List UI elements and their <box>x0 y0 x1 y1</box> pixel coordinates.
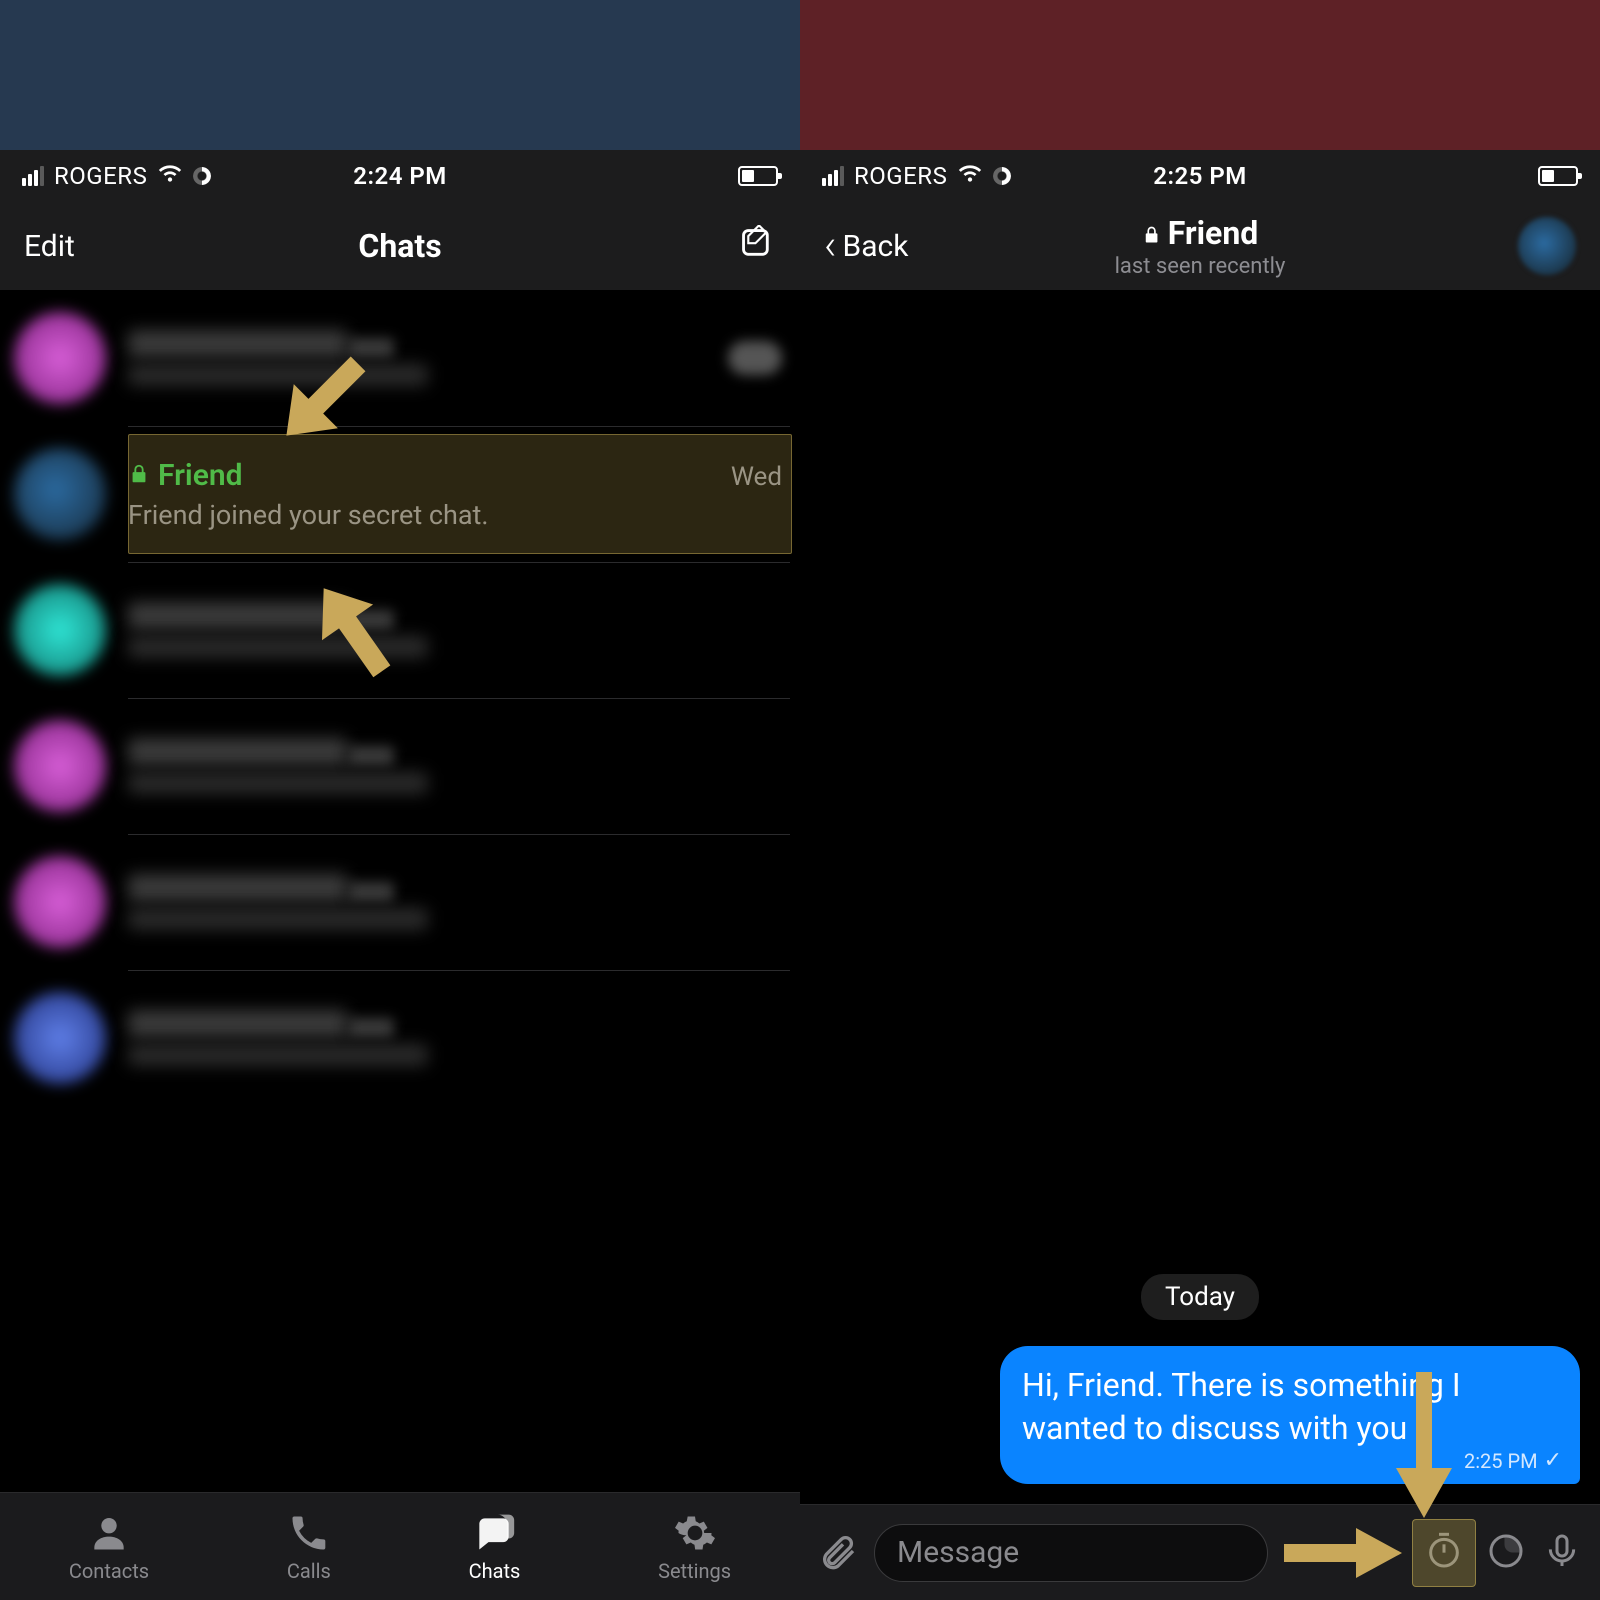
battery-icon <box>738 166 778 186</box>
lock-icon <box>128 458 150 493</box>
banner-right <box>800 0 1600 150</box>
sent-check-icon: ✓ <box>1544 1446 1562 1476</box>
tab-label: Settings <box>658 1559 731 1583</box>
top-banner <box>0 0 1600 150</box>
chat-row-blurred[interactable] <box>0 970 800 1106</box>
annotation-highlight <box>1412 1519 1476 1587</box>
status-time: 2:25 PM <box>1153 162 1247 190</box>
status-time: 2:24 PM <box>353 162 447 190</box>
screen-conversation: ROGERS 2:25 PM ‹ Back <box>800 150 1600 1600</box>
message-meta: 2:25 PM ✓ <box>1464 1446 1562 1476</box>
status-bar: ROGERS 2:25 PM <box>800 150 1600 202</box>
navbar-chat: ‹ Back Friend last seen recently <box>800 202 1600 290</box>
page-title: Chats <box>358 227 441 265</box>
signal-bars-icon <box>822 166 844 186</box>
secret-chat-row[interactable]: Friend Wed Friend joined your secret cha… <box>0 426 800 562</box>
loading-spinner-icon <box>193 167 211 185</box>
avatar-icon <box>14 856 106 948</box>
chat-header[interactable]: Friend last seen recently <box>1115 214 1286 279</box>
wifi-icon <box>957 160 983 192</box>
status-carrier: ROGERS <box>822 160 1011 192</box>
navbar-chats: Edit Chats <box>0 202 800 290</box>
chat-date: Wed <box>731 462 782 492</box>
wifi-icon <box>157 160 183 192</box>
edit-label: Edit <box>24 229 75 264</box>
avatar-icon <box>14 448 106 540</box>
avatar-icon <box>14 584 106 676</box>
annotation-arrow-right-icon <box>1284 1524 1402 1582</box>
message-input[interactable]: Message <box>874 1524 1268 1582</box>
status-bar: ROGERS 2:24 PM <box>0 150 800 202</box>
chat-row-blurred[interactable] <box>0 834 800 970</box>
attach-button[interactable] <box>818 1531 858 1575</box>
tab-bar: Contacts Calls Chats Settings <box>0 1492 800 1600</box>
sticker-icon <box>1486 1531 1526 1571</box>
chat-avatar[interactable] <box>1518 217 1576 275</box>
message-placeholder: Message <box>897 1535 1019 1570</box>
banner-left <box>0 0 800 150</box>
date-separator: Today <box>1141 1274 1259 1320</box>
chat-row-blurred[interactable] <box>0 698 800 834</box>
compose-button[interactable] <box>738 225 776 267</box>
status-carrier: ROGERS <box>22 160 211 192</box>
avatar-icon <box>14 312 106 404</box>
battery-icon <box>1538 166 1578 186</box>
back-button[interactable]: ‹ Back <box>824 225 908 267</box>
sticker-button[interactable] <box>1486 1531 1526 1575</box>
chat-preview: Friend joined your secret chat. <box>128 499 782 531</box>
chat-name-text: Friend <box>158 458 243 493</box>
tab-contacts[interactable]: Contacts <box>69 1511 149 1583</box>
chat-subtitle: last seen recently <box>1115 254 1286 279</box>
screen-chats-list: ROGERS 2:24 PM Edit Chats <box>0 150 800 1600</box>
conversation-body[interactable]: Today Hi, Friend. There is something I w… <box>800 290 1600 1504</box>
tab-calls[interactable]: Calls <box>287 1511 331 1583</box>
back-label: Back <box>843 229 909 264</box>
edit-button[interactable]: Edit <box>24 229 75 264</box>
chat-row-blurred[interactable] <box>0 290 800 426</box>
carrier-name: ROGERS <box>54 162 147 190</box>
chat-name: Friend <box>128 458 243 493</box>
screens-row: ROGERS 2:24 PM Edit Chats <box>0 150 1600 1600</box>
tutorial-composite: ROGERS 2:24 PM Edit Chats <box>0 0 1600 1600</box>
tab-settings[interactable]: Settings <box>658 1511 731 1583</box>
tab-label: Chats <box>469 1559 521 1583</box>
avatar-icon <box>14 992 106 1084</box>
tab-label: Calls <box>287 1559 331 1583</box>
signal-bars-icon <box>22 166 44 186</box>
message-time: 2:25 PM <box>1464 1448 1538 1475</box>
mic-button[interactable] <box>1542 1531 1582 1575</box>
chat-list[interactable]: Friend Wed Friend joined your secret cha… <box>0 290 800 1492</box>
loading-spinner-icon <box>993 167 1011 185</box>
chat-title: Friend <box>1168 214 1259 252</box>
chevron-left-icon: ‹ <box>824 225 837 267</box>
chat-row-blurred[interactable] <box>0 562 800 698</box>
message-bubble-outgoing[interactable]: Hi, Friend. There is something I wanted … <box>1000 1346 1580 1484</box>
tab-label: Contacts <box>69 1559 149 1583</box>
carrier-name: ROGERS <box>854 162 947 190</box>
mic-icon <box>1542 1531 1582 1571</box>
self-destruct-timer-button[interactable] <box>1418 1525 1470 1581</box>
lock-icon <box>1142 214 1162 252</box>
tab-chats[interactable]: Chats <box>469 1511 521 1583</box>
unread-badge <box>728 341 782 375</box>
avatar-icon <box>14 720 106 812</box>
message-text: Hi, Friend. There is something I wanted … <box>1022 1366 1461 1447</box>
message-input-bar: Message <box>800 1504 1600 1600</box>
